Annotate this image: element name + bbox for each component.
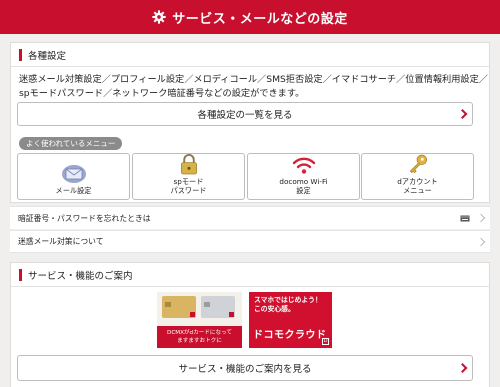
- tile-mail-settings-label: メール設定: [55, 186, 92, 195]
- settings-description: 迷惑メール対策設定／プロフィール設定／メロディコール／SMS拒否設定／イマドコサ…: [11, 67, 489, 101]
- tile-d-account-label-line2: メニュー: [403, 186, 432, 195]
- services-section-title: サービス・機能のご案内: [11, 263, 489, 287]
- services-more-button[interactable]: サービス・機能のご案内を見る: [17, 355, 473, 381]
- lock-icon: [180, 154, 197, 175]
- frequent-menu-label: よく使われているメニュー: [26, 139, 116, 148]
- section-marker: [19, 48, 22, 61]
- tile-sp-password[interactable]: spモード パスワード: [132, 153, 245, 200]
- credit-card-image: [162, 296, 235, 318]
- chevron-right-icon: [457, 363, 468, 373]
- tile-d-account[interactable]: dアカウント メニュー: [361, 153, 474, 200]
- link-row-spam-mail[interactable]: 迷惑メール対策について: [10, 230, 490, 253]
- gear-icon: [152, 10, 166, 24]
- settings-list-button[interactable]: 各種設定の一覧を見る: [17, 102, 473, 126]
- docomo-cloud-banner[interactable]: スマホではじめよう！ この安心感。 ドコモクラウド D: [249, 292, 332, 348]
- dcmx-dcard-banner[interactable]: DCMXがdカードになって ますますおトクに: [157, 292, 242, 348]
- settings-list-button-label: 各種設定の一覧を見る: [197, 110, 293, 121]
- section-marker: [19, 268, 22, 281]
- tile-d-account-label-line1: dアカウント: [397, 177, 438, 186]
- link-spam-mail-label: 迷惑メール対策について: [18, 237, 104, 246]
- tile-sp-password-label-line2: パスワード: [170, 186, 207, 195]
- tile-docomo-wifi-label-line1: docomo Wi-Fi: [279, 177, 328, 186]
- settings-section-title: 各種設定: [11, 43, 489, 67]
- link-row-forgot-password[interactable]: 暗証番号・パスワードを忘れたときは: [10, 206, 490, 229]
- link-forgot-password-label: 暗証番号・パスワードを忘れたときは: [18, 213, 151, 223]
- tile-docomo-wifi-label: docomo Wi-Fi 設定: [279, 177, 327, 195]
- cloud-banner-brand: ドコモクラウド: [253, 330, 327, 341]
- settings-title: 各種設定: [28, 50, 67, 62]
- cloud-banner-text: スマホではじめよう！ この安心感。: [254, 296, 322, 314]
- chevron-right-icon: [476, 237, 486, 246]
- mail-icon: [61, 165, 86, 183]
- d-logo-icon: D: [322, 338, 329, 345]
- tile-d-account-label: dアカウント メニュー: [397, 177, 438, 195]
- chevron-right-icon: [476, 213, 486, 223]
- tile-mail-settings[interactable]: メール設定: [17, 153, 130, 200]
- key-icon: [409, 154, 427, 174]
- cloud-banner-line1: スマホではじめよう！: [254, 296, 322, 304]
- settings-description-line1: 迷惑メール対策設定／プロフィール設定／メロディコール／SMS拒否設定／イマドコサ…: [19, 74, 488, 85]
- services-title: サービス・機能のご案内: [28, 270, 133, 282]
- settings-description-line2: spモードパスワード／ネットワーク暗証番号などの設定ができます。: [19, 88, 305, 99]
- dcmx-banner-caption: DCMXがdカードになって ますますおトクに: [157, 326, 242, 348]
- cloud-banner-line2: この安心感。: [254, 305, 295, 313]
- page-header: サービス・メールなどの設定: [0, 0, 500, 34]
- tile-docomo-wifi-label-line2: 設定: [296, 186, 311, 195]
- frequent-menu-badge: よく使われているメニュー: [19, 137, 123, 150]
- tile-sp-password-label-line1: spモード: [173, 177, 204, 186]
- services-more-button-label: サービス・機能のご案内を見る: [178, 364, 312, 375]
- dcmx-banner-line2: ますますおトクに: [177, 338, 222, 344]
- tile-docomo-wifi[interactable]: docomo Wi-Fi 設定: [247, 153, 360, 200]
- chevron-right-icon: [457, 109, 468, 119]
- tile-sp-password-label: spモード パスワード: [171, 177, 207, 195]
- wifi-icon: [292, 157, 315, 174]
- keyboard-icon: [460, 215, 470, 222]
- dcmx-banner-line1: DCMXがdカードになって: [167, 330, 232, 336]
- page-title: サービス・メールなどの設定: [172, 11, 348, 27]
